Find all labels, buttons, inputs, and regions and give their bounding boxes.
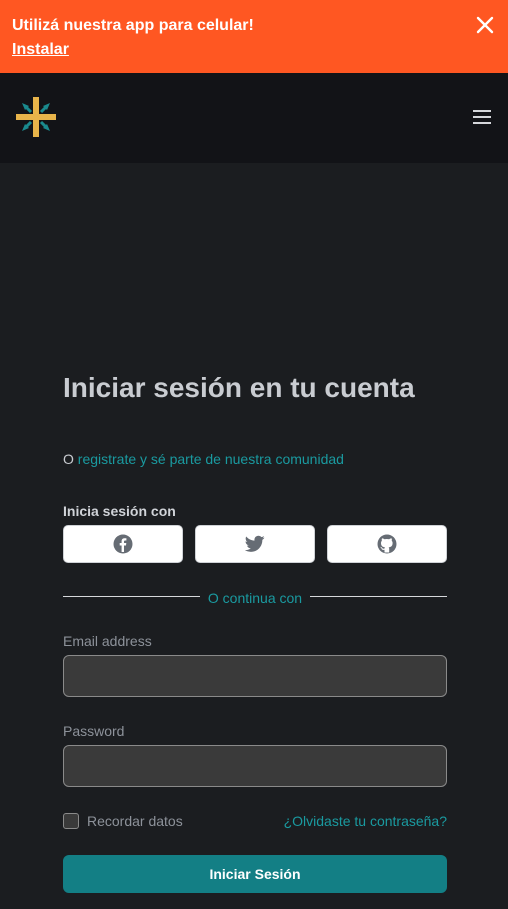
hamburger-menu-icon[interactable] [472,109,492,125]
app-install-banner: Utilizá nuestra app para celular! Instal… [0,0,508,73]
remember-label: Recordar datos [87,813,183,829]
register-prompt: O registrate y sé parte de nuestra comun… [63,451,344,467]
register-link[interactable]: registrate y sé parte de nuestra comunid… [78,451,344,467]
navbar [0,73,508,163]
twitter-icon [245,535,265,552]
forgot-password-link[interactable]: ¿Olvidaste tu contraseña? [284,813,447,829]
install-link[interactable]: Instalar [12,41,69,59]
social-login-label: Inicia sesión con [63,503,176,519]
subtitle-prefix: O [63,451,74,467]
page-title: Iniciar sesión en tu cuenta [63,372,415,403]
github-icon [377,534,397,554]
password-field[interactable] [63,745,447,787]
password-label: Password [63,723,125,739]
github-login-button[interactable] [327,525,447,563]
remember-checkbox[interactable] [63,813,79,829]
divider-line-left [63,596,200,597]
cross-logo-icon[interactable] [16,97,56,137]
divider-line-right [310,596,447,597]
login-submit-button[interactable]: Iniciar Sesión [63,855,447,893]
banner-message: Utilizá nuestra app para celular! [12,17,254,34]
email-field[interactable] [63,655,447,697]
email-label: Email address [63,633,152,649]
twitter-login-button[interactable] [195,525,315,563]
divider-text: O continua con [207,590,303,606]
close-icon[interactable] [476,16,494,34]
facebook-icon [113,534,133,554]
facebook-login-button[interactable] [63,525,183,563]
